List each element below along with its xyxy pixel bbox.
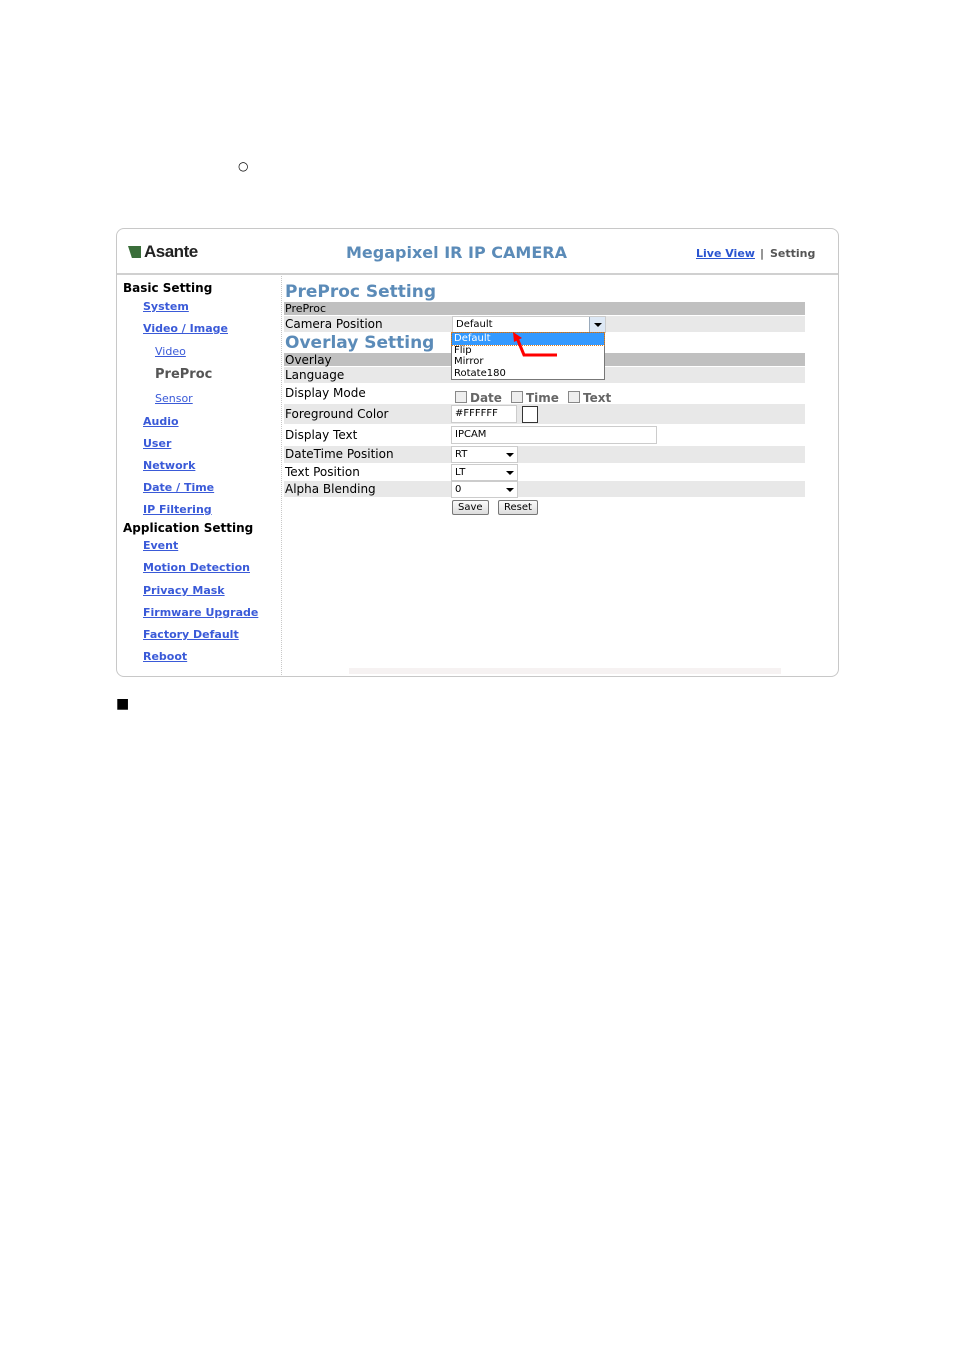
color-swatch[interactable] <box>522 406 538 423</box>
sidebar-item-privacy-mask[interactable]: Privacy Mask <box>143 584 225 597</box>
sidebar-item-system[interactable]: System <box>143 300 189 313</box>
display-text-label: Display Text <box>285 428 358 442</box>
time-checkbox[interactable]: Time <box>511 387 559 406</box>
overlay-setting-title: Overlay Setting <box>285 333 435 353</box>
sidebar-item-preproc[interactable]: PreProc <box>155 367 212 382</box>
text-checkbox[interactable]: Text <box>568 387 611 406</box>
alpha-blending-label: Alpha Blending <box>285 482 376 496</box>
datetime-position-label: DateTime Position <box>285 447 394 461</box>
preproc-setting-title: PreProc Setting <box>285 282 437 302</box>
setting-link[interactable]: Setting <box>770 247 815 260</box>
sidebar-item-factory-default[interactable]: Factory Default <box>143 628 239 641</box>
alpha-blending-select[interactable]: 0 <box>451 481 518 498</box>
document-page: ○ Asante Megapixel IR IP CAMERA Live Vie… <box>0 0 954 1350</box>
basic-setting-heading: Basic Setting <box>123 281 213 295</box>
red-arrow-annotation-icon <box>513 332 557 357</box>
sidebar-item-video-image[interactable]: Video / Image <box>143 322 228 335</box>
preproc-header: PreProc <box>285 302 326 315</box>
display-mode-label: Display Mode <box>285 386 366 400</box>
sidebar-item-event[interactable]: Event <box>143 539 178 552</box>
asante-logo: Asante <box>128 242 198 262</box>
live-view-link[interactable]: Live View <box>696 247 755 260</box>
circle-bullet: ○ <box>238 159 249 173</box>
header-divider <box>117 273 838 275</box>
text-position-select[interactable]: LT <box>451 464 518 481</box>
sidebar-item-reboot[interactable]: Reboot <box>143 650 187 663</box>
nav-separator: | <box>760 247 765 260</box>
application-setting-heading: Application Setting <box>123 521 254 535</box>
foreground-color-label: Foreground Color <box>285 407 389 421</box>
date-checkbox[interactable]: Date <box>455 387 502 406</box>
overlay-header: Overlay <box>285 353 332 367</box>
sidebar-divider <box>281 276 282 675</box>
sidebar-item-audio[interactable]: Audio <box>143 415 179 428</box>
sidebar-item-firmware-upgrade[interactable]: Firmware Upgrade <box>143 606 258 619</box>
foreground-color-input[interactable]: #FFFFFF <box>451 405 517 423</box>
display-text-input[interactable]: IPCAM <box>451 426 657 444</box>
sidebar-item-video[interactable]: Video <box>155 345 186 358</box>
camera-position-label: Camera Position <box>285 317 383 331</box>
chevron-down-icon <box>594 323 602 327</box>
datetime-position-select[interactable]: RT <box>451 446 518 463</box>
chevron-down-icon <box>506 488 514 492</box>
reset-button[interactable]: Reset <box>498 500 538 515</box>
chevron-down-icon <box>506 453 514 457</box>
sidebar-item-motion-detection[interactable]: Motion Detection <box>143 561 250 574</box>
chevron-down-icon <box>506 471 514 475</box>
sidebar-item-network[interactable]: Network <box>143 459 195 472</box>
save-button[interactable]: Save <box>452 500 489 515</box>
app-title: Megapixel IR IP CAMERA <box>346 243 567 262</box>
sidebar-item-user[interactable]: User <box>143 437 171 450</box>
sidebar-item-date-time[interactable]: Date / Time <box>143 481 214 494</box>
option-rotate180[interactable]: Rotate180 <box>452 368 604 380</box>
text-position-label: Text Position <box>285 465 360 479</box>
language-label: Language <box>285 368 345 382</box>
horizontal-scrollbar[interactable] <box>349 668 781 674</box>
sidebar-item-ip-filtering[interactable]: IP Filtering <box>143 503 212 516</box>
sidebar-item-sensor[interactable]: Sensor <box>155 392 193 405</box>
logo-mark-icon <box>128 246 141 258</box>
preproc-header-row <box>284 302 805 315</box>
square-bullet: ■ <box>116 696 130 712</box>
